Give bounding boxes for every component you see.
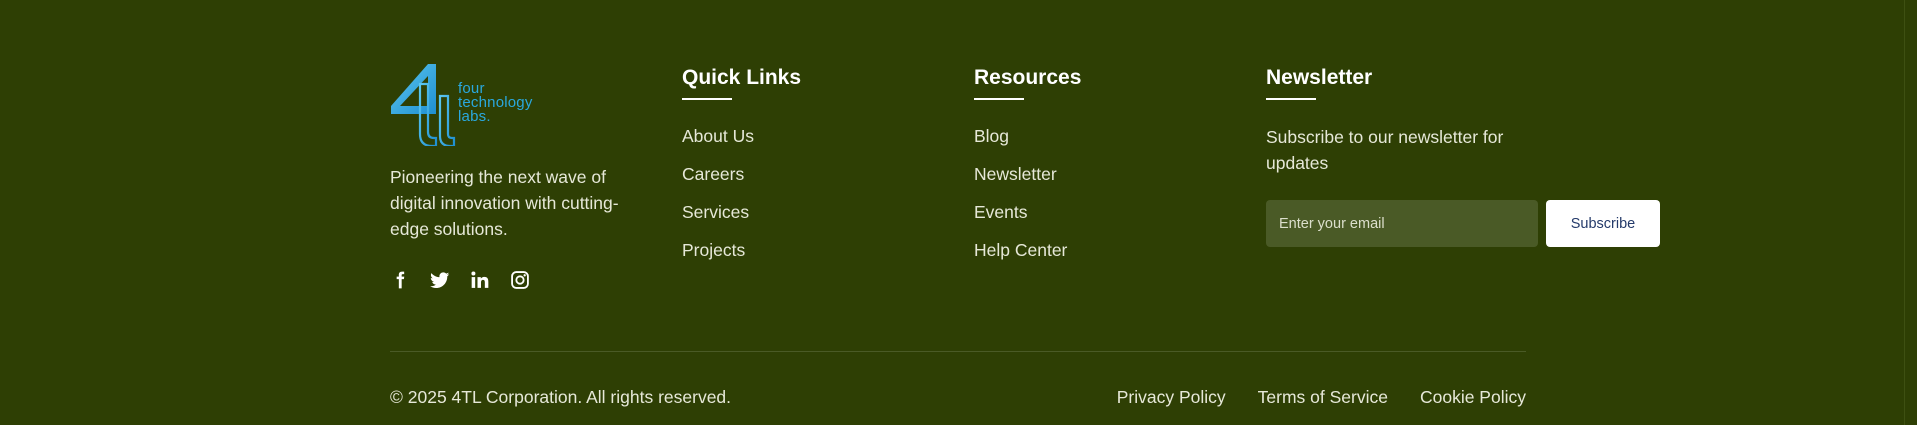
heading-underline bbox=[682, 98, 732, 100]
footer-link-newsletter[interactable]: Newsletter bbox=[974, 163, 1081, 185]
quick-links-list: About Us Careers Services Projects bbox=[682, 125, 801, 261]
logo-mark-icon bbox=[391, 64, 456, 146]
logo-wordmark: four technology labs. bbox=[458, 81, 533, 125]
linkedin-link[interactable] bbox=[470, 270, 490, 290]
twitter-icon bbox=[430, 272, 450, 288]
heading-underline bbox=[1266, 98, 1316, 100]
newsletter-description: Subscribe to our newsletter for updates bbox=[1266, 127, 1504, 173]
facebook-link[interactable] bbox=[390, 270, 410, 290]
logo-word: labs. bbox=[458, 108, 491, 125]
linkedin-icon bbox=[471, 271, 489, 288]
resources-heading: Resources bbox=[974, 66, 1082, 89]
footer-link-about-us[interactable]: About Us bbox=[682, 125, 801, 147]
footer-link-careers[interactable]: Careers bbox=[682, 163, 801, 185]
footer-link-blog[interactable]: Blog bbox=[974, 125, 1081, 147]
footer-link-services[interactable]: Services bbox=[682, 201, 801, 223]
privacy-policy-link[interactable]: Privacy Policy bbox=[1117, 386, 1226, 408]
footer-link-projects[interactable]: Projects bbox=[682, 239, 801, 261]
company-logo[interactable]: four technology labs. bbox=[390, 62, 660, 146]
instagram-icon bbox=[511, 271, 529, 289]
footer-link-events[interactable]: Events bbox=[974, 201, 1081, 223]
email-input[interactable] bbox=[1266, 200, 1538, 247]
subscribe-form: Subscribe bbox=[1266, 200, 1666, 247]
site-footer: four technology labs. Pioneering the nex… bbox=[0, 0, 1917, 425]
quick-links-heading: Quick Links bbox=[682, 66, 802, 89]
footer-brand: four technology labs. Pioneering the nex… bbox=[390, 62, 660, 290]
brand-tagline: Pioneering the next wave of digital inno… bbox=[390, 167, 619, 239]
terms-of-service-link[interactable]: Terms of Service bbox=[1258, 386, 1388, 408]
newsletter-heading: Newsletter bbox=[1266, 66, 1373, 89]
footer-divider bbox=[390, 351, 1526, 352]
cookie-policy-link[interactable]: Cookie Policy bbox=[1420, 386, 1526, 408]
subscribe-button[interactable]: Subscribe bbox=[1546, 200, 1660, 247]
facebook-icon bbox=[396, 271, 405, 289]
quick-links-column: Quick Links About Us Careers Services Pr… bbox=[682, 64, 801, 277]
footer-link-help-center[interactable]: Help Center bbox=[974, 239, 1081, 261]
twitter-link[interactable] bbox=[430, 270, 450, 290]
copyright-text: © 2025 4TL Corporation. All rights reser… bbox=[390, 387, 732, 407]
instagram-link[interactable] bbox=[510, 270, 530, 290]
resources-list: Blog Newsletter Events Help Center bbox=[974, 125, 1081, 261]
resources-column: Resources Blog Newsletter Events Help Ce… bbox=[974, 64, 1081, 277]
scrollbar[interactable] bbox=[1904, 0, 1917, 425]
social-links bbox=[390, 270, 660, 290]
heading-underline bbox=[974, 98, 1024, 100]
legal-links: Privacy Policy Terms of Service Cookie P… bbox=[1117, 386, 1526, 408]
newsletter-column: Newsletter Subscribe to our newsletter f… bbox=[1266, 64, 1666, 247]
